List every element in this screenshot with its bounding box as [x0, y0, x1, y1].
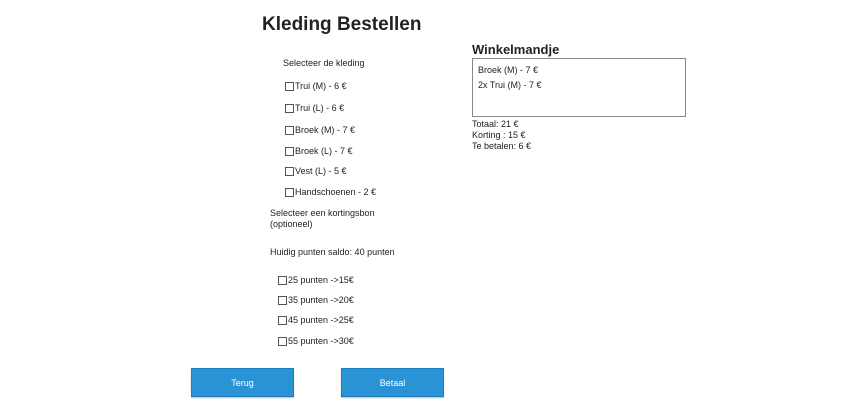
- cart-discount: Korting : 15 €: [472, 130, 526, 140]
- discount-label-line1: Selecteer een kortingsbon: [270, 208, 375, 218]
- clothing-option-label: Trui (L) - 6 €: [295, 103, 345, 113]
- checkbox[interactable]: [278, 295, 287, 305]
- page-title: Kleding Bestellen: [262, 14, 422, 35]
- points-balance: Huidig punten saldo: 40 punten: [270, 247, 395, 257]
- cart-title: Winkelmandje: [472, 42, 560, 57]
- cart-list[interactable]: Broek (M) - 7 € 2x Trui (M) - 7 €: [472, 58, 686, 117]
- clothing-option-vest-l[interactable]: Vest (L) - 5 €: [285, 166, 347, 176]
- clothing-option-label: Broek (L) - 7 €: [295, 146, 353, 156]
- discount-label-line2: (optioneel): [270, 219, 313, 229]
- cart-summary: Totaal: 21 € Korting : 15 € Te betalen: …: [472, 119, 531, 152]
- checkbox[interactable]: [285, 81, 294, 91]
- clothing-option-trui-l[interactable]: Trui (L) - 6 €: [285, 103, 344, 113]
- discount-section-label: Selecteer een kortingsbon (optioneel): [270, 208, 375, 230]
- discount-option-35[interactable]: 35 punten ->20€: [278, 295, 354, 305]
- discount-option-55[interactable]: 55 punten ->30€: [278, 336, 354, 346]
- discount-option-label: 55 punten ->30€: [288, 336, 354, 346]
- discount-option-label: 35 punten ->20€: [288, 295, 354, 305]
- clothing-section-label: Selecteer de kleding: [283, 58, 365, 68]
- discount-option-45[interactable]: 45 punten ->25€: [278, 315, 354, 325]
- cart-total: Totaal: 21 €: [472, 119, 519, 129]
- checkbox[interactable]: [285, 166, 294, 176]
- clothing-option-label: Vest (L) - 5 €: [295, 166, 347, 176]
- clothing-option-handschoenen[interactable]: Handschoenen - 2 €: [285, 187, 376, 197]
- clothing-option-broek-m[interactable]: Broek (M) - 7 €: [285, 125, 355, 135]
- clothing-option-trui-m[interactable]: Trui (M) - 6 €: [285, 81, 347, 91]
- clothing-option-label: Broek (M) - 7 €: [295, 125, 356, 135]
- clothing-option-label: Handschoenen - 2 €: [295, 187, 377, 197]
- cart-to-pay: Te betalen: 6 €: [472, 141, 532, 151]
- cart-item[interactable]: 2x Trui (M) - 7 €: [478, 78, 680, 93]
- checkbox[interactable]: [285, 125, 294, 135]
- checkbox[interactable]: [285, 187, 294, 197]
- cart-item[interactable]: Broek (M) - 7 €: [478, 63, 680, 78]
- back-button[interactable]: Terug: [191, 368, 294, 397]
- pay-button[interactable]: Betaal: [341, 368, 444, 397]
- clothing-option-broek-l[interactable]: Broek (L) - 7 €: [285, 146, 353, 156]
- discount-option-label: 45 punten ->25€: [288, 315, 354, 325]
- discount-option-25[interactable]: 25 punten ->15€: [278, 275, 354, 285]
- checkbox[interactable]: [278, 315, 287, 325]
- checkbox[interactable]: [278, 275, 287, 285]
- checkbox[interactable]: [278, 336, 287, 346]
- checkbox[interactable]: [285, 146, 294, 156]
- clothing-option-label: Trui (M) - 6 €: [295, 81, 347, 91]
- checkbox[interactable]: [285, 103, 294, 113]
- discount-option-label: 25 punten ->15€: [288, 275, 354, 285]
